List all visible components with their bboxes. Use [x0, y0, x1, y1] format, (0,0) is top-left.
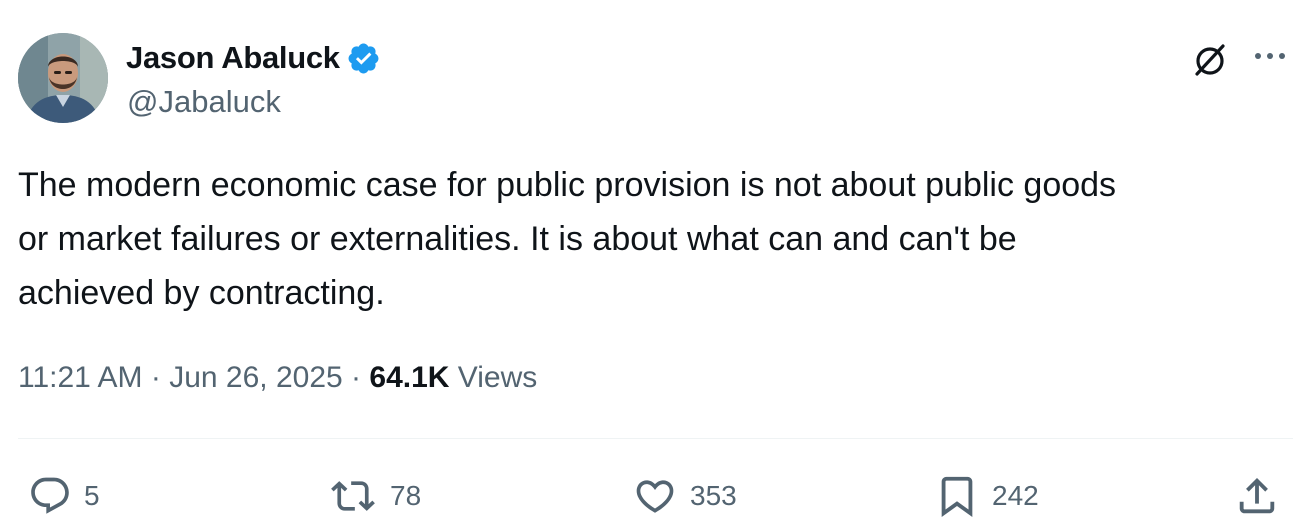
like-count: 353: [690, 480, 737, 511]
tweet-metadata: 11:21 AM · Jun 26, 2025 · 64.1K Views: [18, 358, 537, 398]
avatar-image: [18, 33, 108, 123]
like-button[interactable]: 353: [632, 470, 737, 522]
author-name-row: Jason Abaluck: [126, 38, 381, 78]
bookmark-button[interactable]: 242: [934, 470, 1039, 522]
author-handle[interactable]: @Jabaluck: [127, 84, 281, 120]
divider: [18, 438, 1293, 439]
repost-icon: [331, 481, 375, 511]
more-icon[interactable]: [1252, 44, 1292, 68]
repost-count: 78: [390, 480, 422, 511]
bookmark-count: 242: [992, 480, 1039, 511]
tweet-text-line: achieved by contracting.: [18, 274, 385, 312]
reply-icon: [31, 477, 69, 514]
avatar[interactable]: [18, 33, 108, 123]
grok-icon[interactable]: [1190, 40, 1230, 80]
reply-button[interactable]: 5: [28, 470, 100, 522]
tweet-date[interactable]: Jun 26, 2025: [169, 361, 342, 394]
tweet-time[interactable]: 11:21 AM: [18, 361, 143, 394]
share-icon: [1239, 477, 1275, 514]
meta-separator: ·: [351, 361, 362, 394]
repost-button[interactable]: 78: [328, 470, 421, 522]
bookmark-icon: [941, 476, 973, 517]
heart-icon: [636, 480, 674, 513]
tweet-card: Jason Abaluck @Jabaluck The modern econo…: [0, 0, 1315, 526]
share-button[interactable]: [1234, 470, 1280, 522]
views-label: Views: [457, 361, 538, 394]
meta-separator: ·: [150, 361, 161, 394]
reply-count: 5: [84, 480, 100, 511]
tweet-text-line: or market failures or externalities. It …: [18, 220, 1017, 258]
author-display-name[interactable]: Jason Abaluck: [126, 40, 340, 76]
tweet-text-line: The modern economic case for public prov…: [18, 166, 1117, 204]
views-count: 64.1K: [369, 361, 450, 394]
verified-badge-icon[interactable]: [346, 41, 381, 76]
tweet-text: The modern economic case for public prov…: [18, 158, 1288, 320]
